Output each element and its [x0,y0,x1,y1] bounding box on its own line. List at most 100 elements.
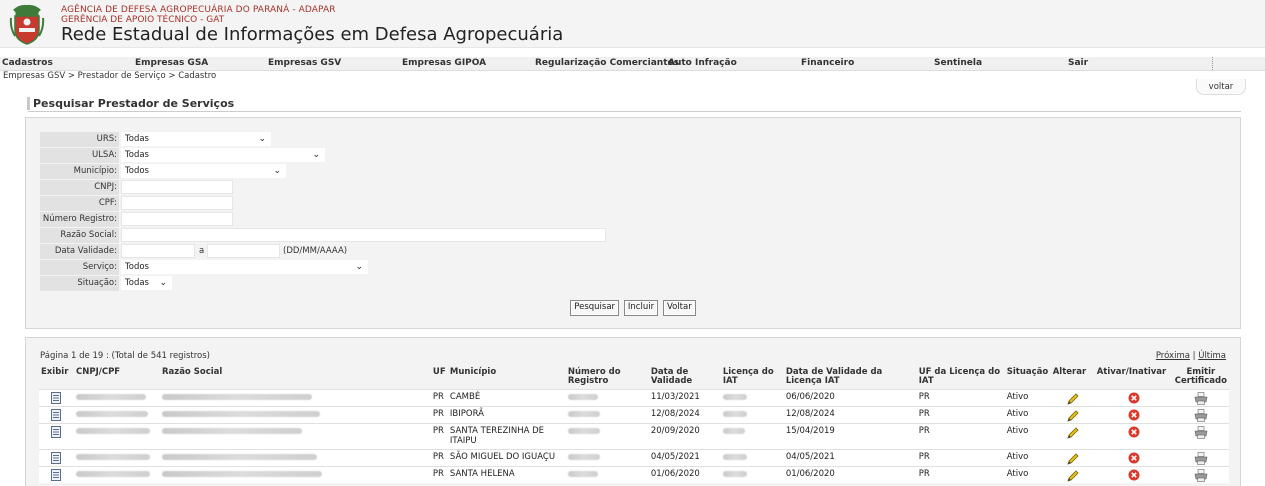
data-validade-licenca-cell: 04/05/2021 [783,448,917,466]
table-header-row: Exibir CNPJ/CPF Razão Social UF Municípi… [39,368,1229,389]
uf-licenca-cell: PR [916,465,1005,483]
data-validade-licenca-cell: 01/06/2020 [783,465,917,483]
redacted-numero-registro [567,427,600,434]
table-row: PR IBIPORÃ 12/08/2024 12/08/2024 PR Ativ… [39,405,1229,423]
municipio-cell: IBIPORÃ [447,405,566,423]
incluir-button[interactable]: Incluir [623,300,659,316]
municipio-cell: SÃO MIGUEL DO IGUAÇU [447,448,566,466]
municipio-value: Todos [125,166,149,176]
uf-cell: PR [430,388,448,406]
redacted-numero-registro [567,410,600,417]
ulsa-label: ULSA: [40,148,119,163]
page-title: Pesquisar Prestador de Serviços [27,97,234,110]
red-x-circle-icon[interactable] [1128,469,1140,481]
form-buttons: Pesquisar Incluir Voltar [26,300,1240,318]
situacao-cell: Ativo [1004,448,1051,466]
uf-licenca-cell: PR [916,388,1005,406]
next-page-link[interactable]: Próxima [1156,351,1190,361]
redacted-licenca-iat [722,427,745,434]
document-icon[interactable] [51,468,62,481]
voltar-link[interactable]: voltar [1196,79,1246,95]
paging-info: Página 1 de 19 : (Total de 541 registros… [40,351,210,361]
printer-icon[interactable] [1194,391,1208,405]
menu-item-sentinela[interactable]: Sentinela [934,58,982,68]
menu-item-sair[interactable]: Sair [1068,58,1088,68]
menu-item-empresas-gsa[interactable]: Empresas GSA [135,58,208,68]
col-cnpj-cpf: CNPJ/CPF [73,368,156,389]
printer-icon[interactable] [1194,468,1208,482]
pencil-icon[interactable] [1066,469,1080,483]
situacao-value: Todas [125,278,149,288]
printer-icon[interactable] [1194,451,1208,465]
razao-social-field[interactable] [121,228,606,242]
printer-icon[interactable] [1194,408,1208,422]
chevron-down-icon: ⌄ [312,150,320,160]
document-icon[interactable] [51,391,62,404]
uf-licenca-cell: PR [916,405,1005,423]
situacao-cell: Ativo [1004,388,1051,406]
pesquisar-button[interactable]: Pesquisar [570,300,620,316]
servico-select[interactable]: Todos ⌄ [121,260,368,274]
main-menu: Cadastros Empresas GSA Empresas GSV Empr… [0,57,1265,71]
printer-icon[interactable] [1194,425,1208,439]
voltar-button[interactable]: Voltar [662,300,696,316]
table-row: PR CAMBÉ 11/03/2021 06/06/2020 PR Ativo [39,388,1229,406]
ulsa-select[interactable]: Todas ⌄ [121,148,325,162]
search-form: URS: Todas ⌄ ULSA: Todas ⌄ Município: To… [25,117,1241,329]
cpf-field[interactable] [121,196,233,210]
redacted-razao-social [161,410,320,417]
data-validade-from-field[interactable] [121,244,195,258]
redacted-razao-social [161,470,322,477]
situacao-cell: Ativo [1004,465,1051,483]
servico-value: Todos [125,262,149,272]
results-table: Exibir CNPJ/CPF Razão Social UF Municípi… [39,368,1229,483]
redacted-razao-social [161,453,317,460]
parana-coat-of-arms-icon [9,4,45,45]
data-validade-label: Data Validade: [40,244,119,259]
data-validade-licenca-cell: 15/04/2019 [783,422,917,449]
uf-cell: PR [430,405,448,423]
urs-select[interactable]: Todas ⌄ [121,132,271,146]
menu-item-empresas-gipoa[interactable]: Empresas GIPOA [402,58,486,68]
pencil-icon[interactable] [1066,392,1080,406]
cnpj-field[interactable] [121,180,233,194]
municipio-select[interactable]: Todos ⌄ [121,164,286,178]
col-data-validade: Data de Validade [648,368,721,389]
redacted-numero-registro [567,393,598,400]
numero-registro-field[interactable] [121,212,233,226]
chevron-down-icon: ⌄ [258,134,266,144]
data-validade-to-field[interactable] [207,244,280,258]
red-x-circle-icon[interactable] [1128,426,1140,438]
menu-item-regularizacao[interactable]: Regularização Comerciantes [535,58,679,68]
menu-item-empresas-gsv[interactable]: Empresas GSV [268,58,341,68]
numero-registro-label: Número Registro: [40,212,119,227]
red-x-circle-icon[interactable] [1128,409,1140,421]
system-title: Rede Estadual de Informações em Defesa A… [61,24,564,45]
uf-licenca-cell: PR [916,422,1005,449]
app-header: AGÊNCIA DE DEFESA AGROPECUÁRIA DO PARANÁ… [0,0,1265,48]
document-icon[interactable] [51,408,62,421]
uf-cell: PR [430,448,448,466]
urs-label: URS: [40,132,119,147]
pencil-icon[interactable] [1066,426,1080,440]
municipio-label: Município: [40,164,119,179]
document-icon[interactable] [51,451,62,464]
redacted-razao-social [161,427,302,434]
data-validade-licenca-cell: 12/08/2024 [783,405,917,423]
situacao-select[interactable]: Todas ⌄ [121,276,172,290]
red-x-circle-icon[interactable] [1128,452,1140,464]
red-x-circle-icon[interactable] [1128,392,1140,404]
pencil-icon[interactable] [1066,452,1080,466]
menu-item-financeiro[interactable]: Financeiro [801,58,854,68]
menu-item-auto-infracao[interactable]: Auto Infração [668,58,737,68]
urs-value: Todas [125,134,149,144]
last-page-link[interactable]: Última [1198,351,1226,361]
redacted-cnpj [75,453,150,460]
pencil-icon[interactable] [1066,409,1080,423]
data-validade-cell: 01/06/2020 [648,465,721,483]
document-icon[interactable] [51,425,62,438]
col-razao-social: Razão Social [155,368,431,389]
menu-item-cadastros[interactable]: Cadastros [2,58,53,68]
redacted-razao-social [161,393,312,400]
title-divider [28,111,1241,112]
